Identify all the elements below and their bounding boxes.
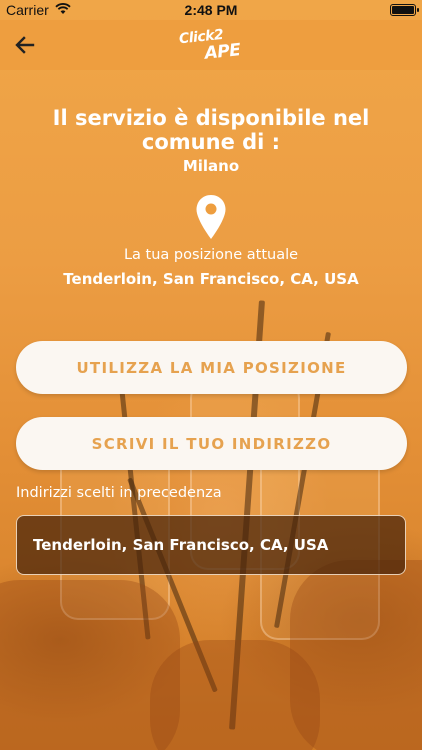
wifi-icon xyxy=(55,2,71,18)
write-address-button[interactable]: SCRIVI IL TUO INDIRIZZO xyxy=(16,417,407,470)
back-button[interactable] xyxy=(10,30,40,60)
current-position-label: La tua posizione attuale xyxy=(123,247,299,263)
logo-line2: APE xyxy=(203,40,242,64)
location-pin-icon xyxy=(195,194,227,240)
use-my-position-button[interactable]: UTILIZZA LA MIA POSIZIONE xyxy=(16,341,407,394)
recent-addresses-label: Indirizzi scelti in precedenza xyxy=(16,485,222,501)
recent-address-item[interactable]: Tenderloin, San Francisco, CA, USA xyxy=(16,515,406,575)
status-bar: Carrier 2:48 PM xyxy=(0,0,422,20)
recent-address-text: Tenderloin, San Francisco, CA, USA xyxy=(33,536,329,554)
app-logo: Click2 APE xyxy=(174,22,250,69)
carrier-label: Carrier xyxy=(6,2,49,18)
service-headline: Il servizio è disponibile nel comune di … xyxy=(52,106,370,154)
city-name: Milano xyxy=(182,157,240,175)
current-position-value: Tenderloin, San Francisco, CA, USA xyxy=(63,270,359,288)
back-arrow-icon xyxy=(15,36,35,54)
navigation-bar: Click2 APE xyxy=(0,20,422,70)
battery-icon xyxy=(390,4,419,16)
carrier-group: Carrier xyxy=(6,2,71,18)
